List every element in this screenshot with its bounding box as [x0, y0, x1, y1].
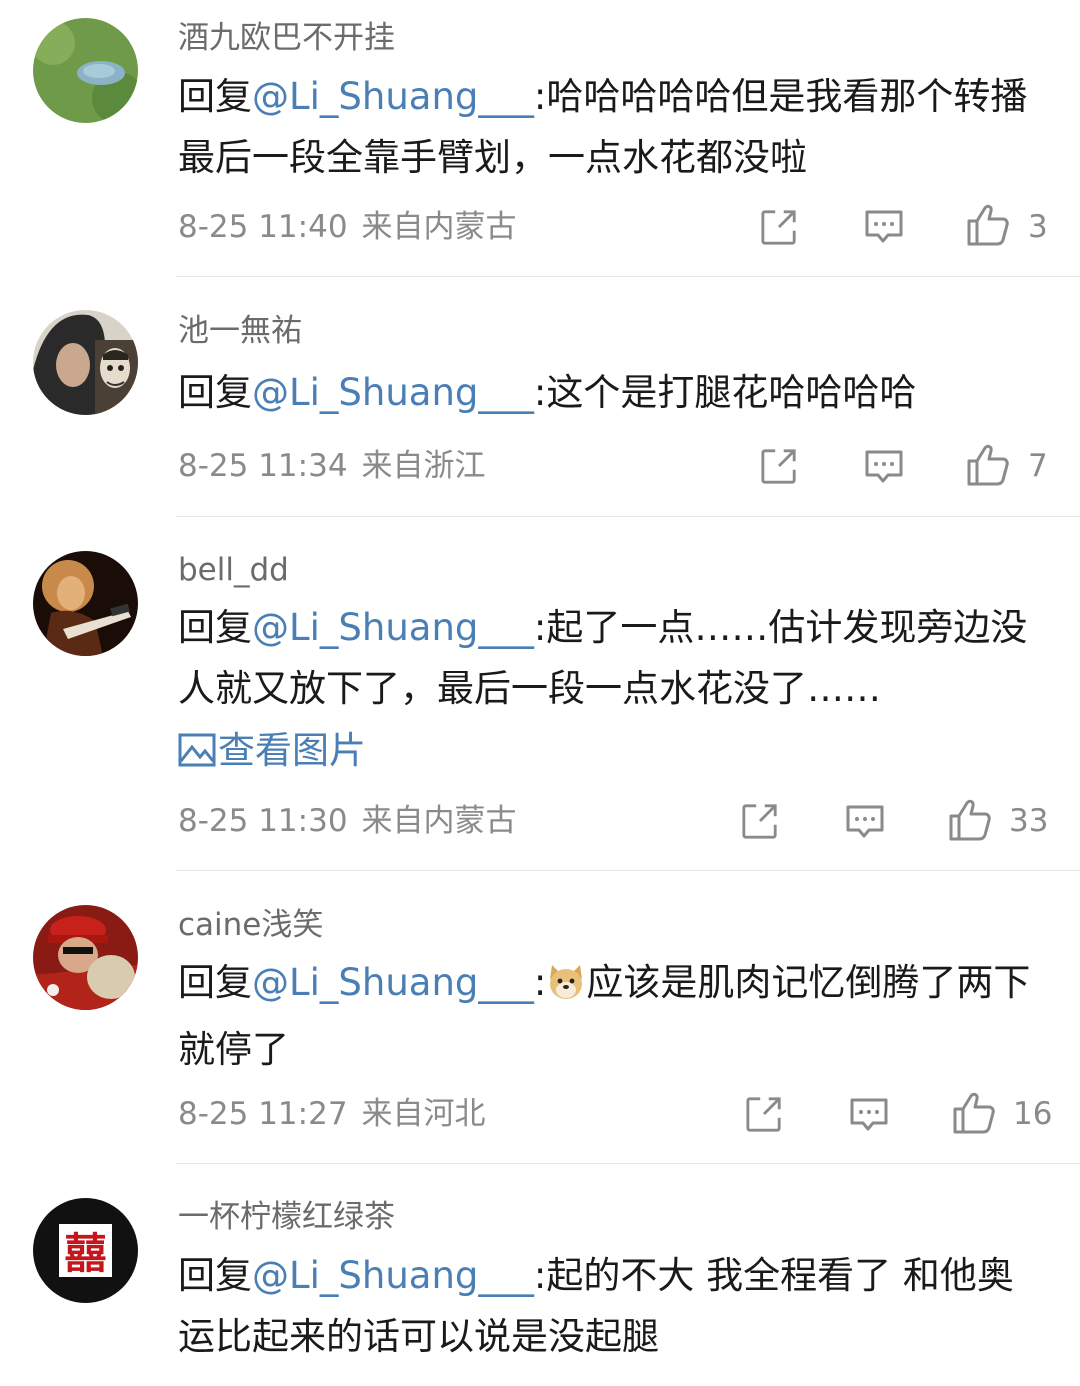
timestamp: 8-25 11:27 [178, 1096, 348, 1132]
username[interactable]: 池一無祐 [178, 311, 302, 351]
comment-icon[interactable] [864, 449, 904, 485]
comment-content: :这个是打腿花哈哈哈哈 [533, 371, 917, 414]
comment-text: 回复@Li_Shuang___:起了一点……估计发现旁边没人就又放下了，最后一段… [178, 597, 1038, 719]
mention-link[interactable]: @Li_Shuang___ [252, 961, 534, 1004]
timestamp: 8-25 11:34 [178, 448, 348, 484]
comment-meta: 8-25 11:30 来自内蒙古 [178, 801, 517, 841]
picture-icon [178, 724, 216, 785]
doge-emoji-icon [546, 958, 586, 1019]
username[interactable]: 一杯柠檬红绿茶 [178, 1197, 395, 1237]
view-picture-link[interactable]: 查看图片 [178, 720, 366, 785]
share-icon[interactable] [760, 447, 798, 485]
comment-text: 回复@Li_Shuang___:这个是打腿花哈哈哈哈 [178, 362, 1038, 423]
avatar[interactable] [33, 905, 138, 1010]
reply-prefix: 回复 [178, 75, 252, 118]
reply-prefix: 回复 [178, 961, 252, 1004]
reply-prefix: 回复 [178, 371, 252, 414]
mention-link[interactable]: @Li_Shuang___ [252, 75, 534, 118]
svg-text:囍: 囍 [64, 1229, 106, 1278]
timestamp: 8-25 11:30 [178, 803, 348, 839]
reply-prefix: 回复 [178, 606, 252, 649]
comment-icon[interactable] [864, 209, 904, 245]
timestamp: 8-25 11:40 [178, 209, 348, 245]
comment-meta: 8-25 11:34 来自浙江 [178, 446, 486, 486]
comment-icon[interactable] [849, 1097, 889, 1133]
divider [176, 1163, 1080, 1164]
share-icon[interactable] [760, 208, 798, 246]
comment-meta: 8-25 11:27 来自河北 [178, 1094, 486, 1134]
location: 来自内蒙古 [361, 803, 517, 839]
mention-link[interactable]: @Li_Shuang___ [252, 371, 534, 414]
like-count: 7 [1028, 448, 1048, 484]
avatar[interactable] [33, 551, 138, 656]
avatar[interactable]: 囍 [33, 1198, 138, 1303]
divider [176, 276, 1080, 277]
comment-meta: 8-25 11:40 来自内蒙古 [178, 207, 517, 247]
location: 来自浙江 [361, 448, 486, 484]
mention-link[interactable]: @Li_Shuang___ [252, 1254, 534, 1297]
comment-text: 回复@Li_Shuang___:哈哈哈哈哈但是我看那个转播最后一段全靠手臂划，一… [178, 66, 1038, 188]
avatar[interactable] [33, 18, 138, 123]
share-icon[interactable] [745, 1095, 783, 1133]
divider [176, 870, 1080, 871]
mention-link[interactable]: @Li_Shuang___ [252, 606, 534, 649]
like-count: 16 [1013, 1096, 1053, 1132]
username[interactable]: bell_dd [178, 550, 289, 590]
like-count: 3 [1028, 209, 1048, 245]
share-icon[interactable] [741, 802, 779, 840]
view-picture-label: 查看图片 [218, 729, 366, 772]
comment-prefix: : [533, 961, 547, 1004]
reply-prefix: 回复 [178, 1254, 252, 1297]
thumbs-up-icon[interactable] [966, 443, 1010, 487]
thumbs-up-icon[interactable] [952, 1091, 996, 1135]
comment-icon[interactable] [845, 804, 885, 840]
thumbs-up-icon[interactable] [966, 203, 1010, 247]
thumbs-up-icon[interactable] [948, 798, 992, 842]
like-count: 33 [1009, 803, 1049, 839]
divider [176, 516, 1080, 517]
avatar[interactable] [33, 310, 138, 415]
location: 来自内蒙古 [361, 209, 517, 245]
location: 来自河北 [361, 1096, 486, 1132]
username[interactable]: caine浅笑 [178, 905, 323, 945]
username[interactable]: 酒九欧巴不开挂 [178, 18, 395, 58]
comment-text: 回复@Li_Shuang___: 应该是肌肉记忆倒腾了两下就停了 [178, 952, 1038, 1080]
comment-text: 回复@Li_Shuang___:起的不大 我全程看了 和他奥运比起来的话可以说是… [178, 1245, 1038, 1367]
